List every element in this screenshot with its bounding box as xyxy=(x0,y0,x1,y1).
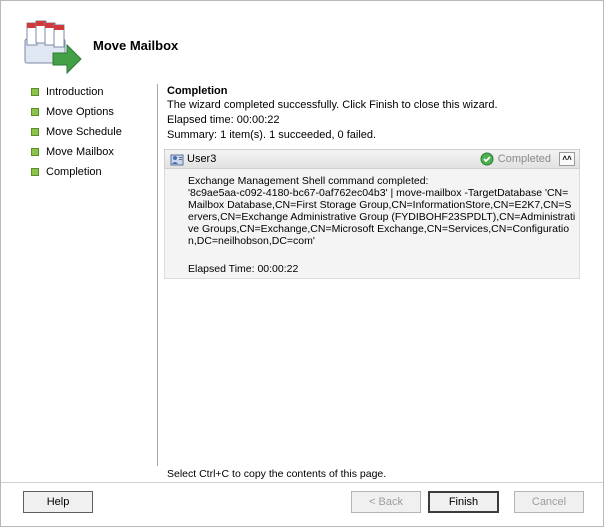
elapsed-time: Elapsed time: 00:00:22 xyxy=(167,114,280,126)
copy-hint: Select Ctrl+C to copy the contents of th… xyxy=(167,468,387,480)
back-button[interactable]: < Back xyxy=(351,491,421,513)
command-output: Exchange Management Shell command comple… xyxy=(188,175,576,247)
completion-message: The wizard completed successfully. Click… xyxy=(167,99,498,111)
task-elapsed-time: Elapsed Time: 00:00:22 xyxy=(188,263,299,275)
cancel-button[interactable]: Cancel xyxy=(514,491,584,513)
help-button[interactable]: Help xyxy=(23,491,93,513)
user-icon xyxy=(170,154,184,166)
wizard-step-nav: Introduction Move Options Move Schedule … xyxy=(31,85,156,185)
step-bullet-icon xyxy=(31,148,39,156)
nav-item-introduction: Introduction xyxy=(31,85,156,105)
nav-item-label: Move Schedule xyxy=(46,126,122,138)
nav-item-label: Move Mailbox xyxy=(46,146,114,158)
status-label: Completed xyxy=(497,153,551,165)
nav-item-completion: Completion xyxy=(31,165,156,185)
nav-item-label: Move Options xyxy=(46,106,114,118)
completion-panel: Completion The wizard completed successf… xyxy=(167,85,581,143)
page-title: Move Mailbox xyxy=(93,38,179,53)
nav-item-label: Completion xyxy=(46,166,102,178)
nav-item-label: Introduction xyxy=(46,86,104,98)
step-bullet-icon xyxy=(31,168,39,176)
task-row-header: User3 Completed ˄˄ xyxy=(164,149,580,169)
summary-text: Summary: 1 item(s). 1 succeeded, 0 faile… xyxy=(167,129,377,141)
task-status: Completed xyxy=(480,152,551,166)
wizard-header: Move Mailbox xyxy=(1,1,603,81)
step-bullet-icon xyxy=(31,128,39,136)
nav-item-move-mailbox: Move Mailbox xyxy=(31,145,156,165)
nav-item-move-options: Move Options xyxy=(31,105,156,125)
nav-item-move-schedule: Move Schedule xyxy=(31,125,156,145)
task-detail: Exchange Management Shell command comple… xyxy=(164,169,580,279)
check-circle-icon xyxy=(480,152,494,166)
step-bullet-icon xyxy=(31,88,39,96)
step-bullet-icon xyxy=(31,108,39,116)
double-chevron-up-icon[interactable]: ˄˄ xyxy=(559,152,575,166)
mailbox-move-icon xyxy=(24,20,82,75)
task-name: User3 xyxy=(187,153,217,165)
footer-divider xyxy=(1,482,603,483)
wizard-window: Move Mailbox Introduction Move Options M… xyxy=(0,0,604,527)
nav-divider xyxy=(157,84,158,466)
section-title: Completion xyxy=(167,85,228,97)
finish-button[interactable]: Finish xyxy=(428,491,499,513)
